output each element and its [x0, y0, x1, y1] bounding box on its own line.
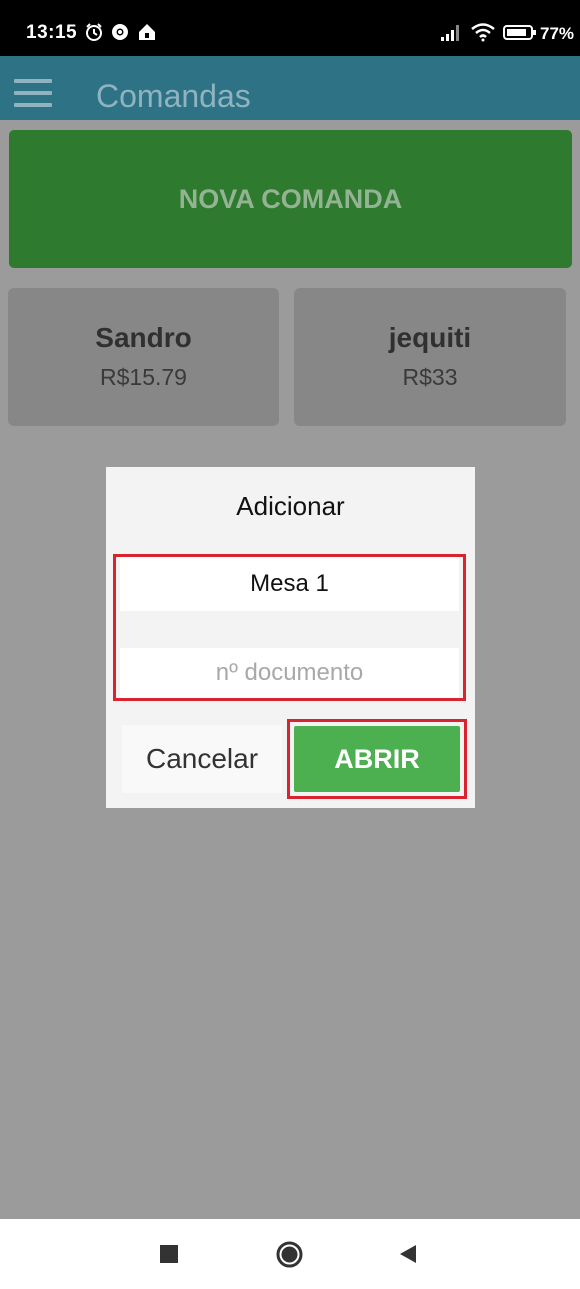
order-card-jequiti[interactable]: jequiti R$33: [294, 288, 566, 426]
open-button[interactable]: ABRIR: [294, 726, 460, 792]
cancel-button[interactable]: Cancelar: [122, 725, 282, 793]
order-amount: R$33: [402, 364, 458, 390]
order-name: Sandro: [95, 322, 192, 353]
status-bar: 13:15 77%: [0, 0, 580, 56]
home-circle-icon[interactable]: [276, 1241, 303, 1268]
page-title: Comandas: [96, 78, 251, 114]
back-triangle-icon[interactable]: [398, 1244, 418, 1264]
recents-square-icon[interactable]: [160, 1245, 178, 1263]
order-amount: R$15.79: [100, 364, 187, 390]
order-name: jequiti: [388, 322, 472, 353]
app-bar: Comandas: [0, 56, 580, 120]
battery-icon: [503, 25, 536, 40]
add-order-dialog: Adicionar Cancelar ABRIR: [106, 467, 475, 808]
signal-icon: [441, 25, 459, 41]
wifi-icon: [471, 23, 495, 42]
dialog-title: Adicionar: [236, 491, 345, 521]
alarm-icon: [86, 23, 102, 41]
order-card-sandro[interactable]: Sandro R$15.79: [8, 288, 279, 426]
new-order-button[interactable]: NOVA COMANDA: [9, 130, 572, 268]
chrome-icon: [112, 24, 128, 40]
table-name-input[interactable]: [120, 557, 459, 611]
status-time: 13:15: [26, 22, 78, 43]
home-app-icon: [139, 24, 155, 40]
hamburger-menu-icon[interactable]: [14, 79, 52, 107]
battery-percent: 77%: [540, 24, 575, 43]
navigation-bar: [0, 1219, 580, 1289]
document-number-input[interactable]: [120, 648, 459, 698]
